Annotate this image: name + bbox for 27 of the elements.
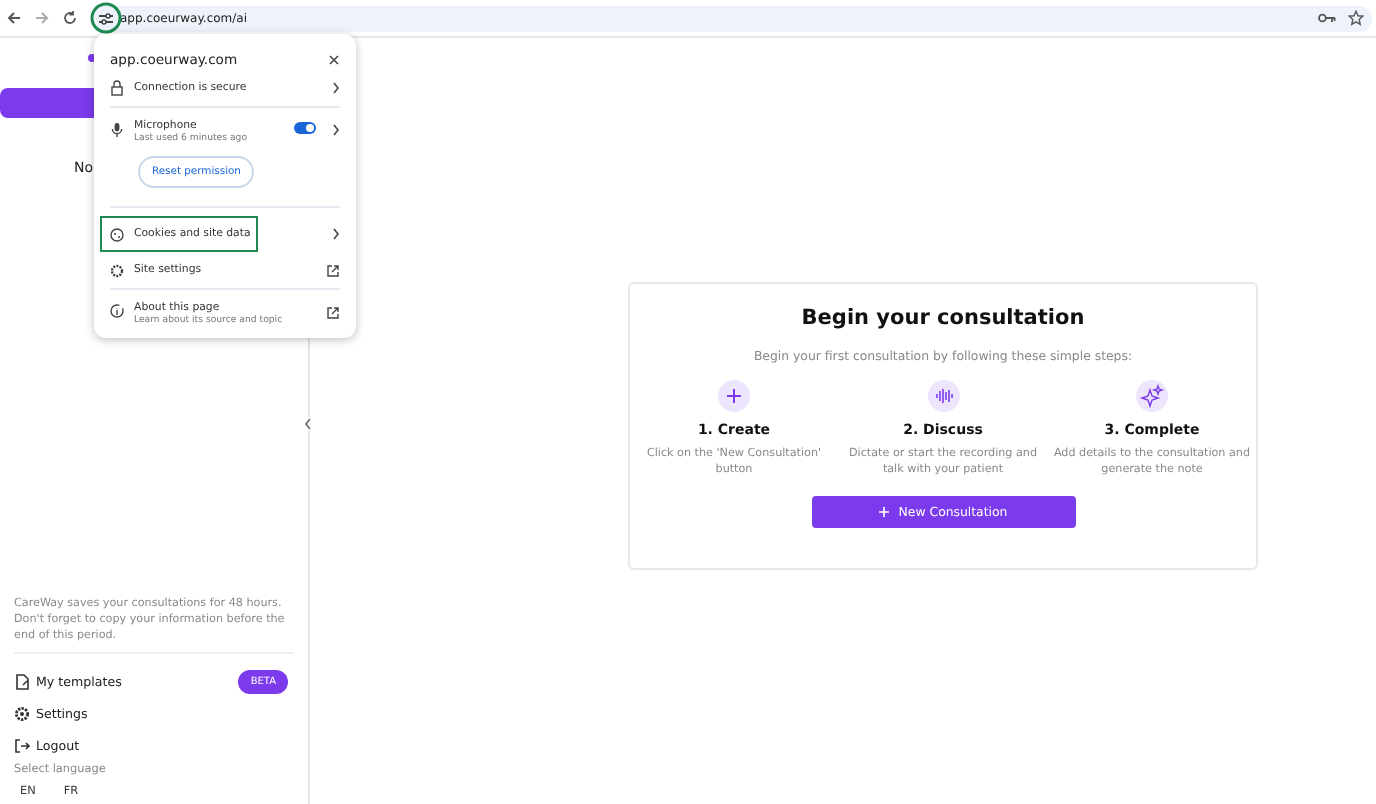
card-title: Begin your consultation — [801, 306, 1085, 330]
plus-icon — [718, 380, 750, 412]
external-link-icon — [326, 263, 340, 277]
info-icon — [110, 304, 124, 318]
chevron-icon — [332, 82, 340, 94]
lock-icon — [110, 80, 124, 96]
key-icon[interactable] — [1318, 12, 1336, 24]
chevron-icon — [332, 124, 340, 136]
chevron-icon — [332, 228, 340, 240]
cookie-icon — [110, 227, 124, 241]
microphone-icon — [110, 122, 124, 138]
document-icon — [14, 674, 30, 690]
sparkle-icon — [1136, 380, 1168, 412]
external-link-icon — [326, 306, 340, 320]
back-icon[interactable] — [6, 10, 22, 26]
waveform-icon — [927, 380, 959, 412]
site-info-icon[interactable] — [98, 11, 114, 25]
toggle-switch[interactable] — [294, 122, 316, 134]
plus-icon — [878, 506, 891, 518]
gear-icon — [110, 263, 124, 277]
collapse-icon[interactable] — [304, 418, 312, 430]
gear-icon — [14, 706, 30, 722]
logout-icon — [14, 738, 30, 754]
reload-icon[interactable] — [62, 10, 78, 26]
star-icon[interactable] — [1348, 10, 1364, 26]
highlight-circle — [90, 2, 122, 34]
close-icon[interactable] — [328, 54, 340, 66]
